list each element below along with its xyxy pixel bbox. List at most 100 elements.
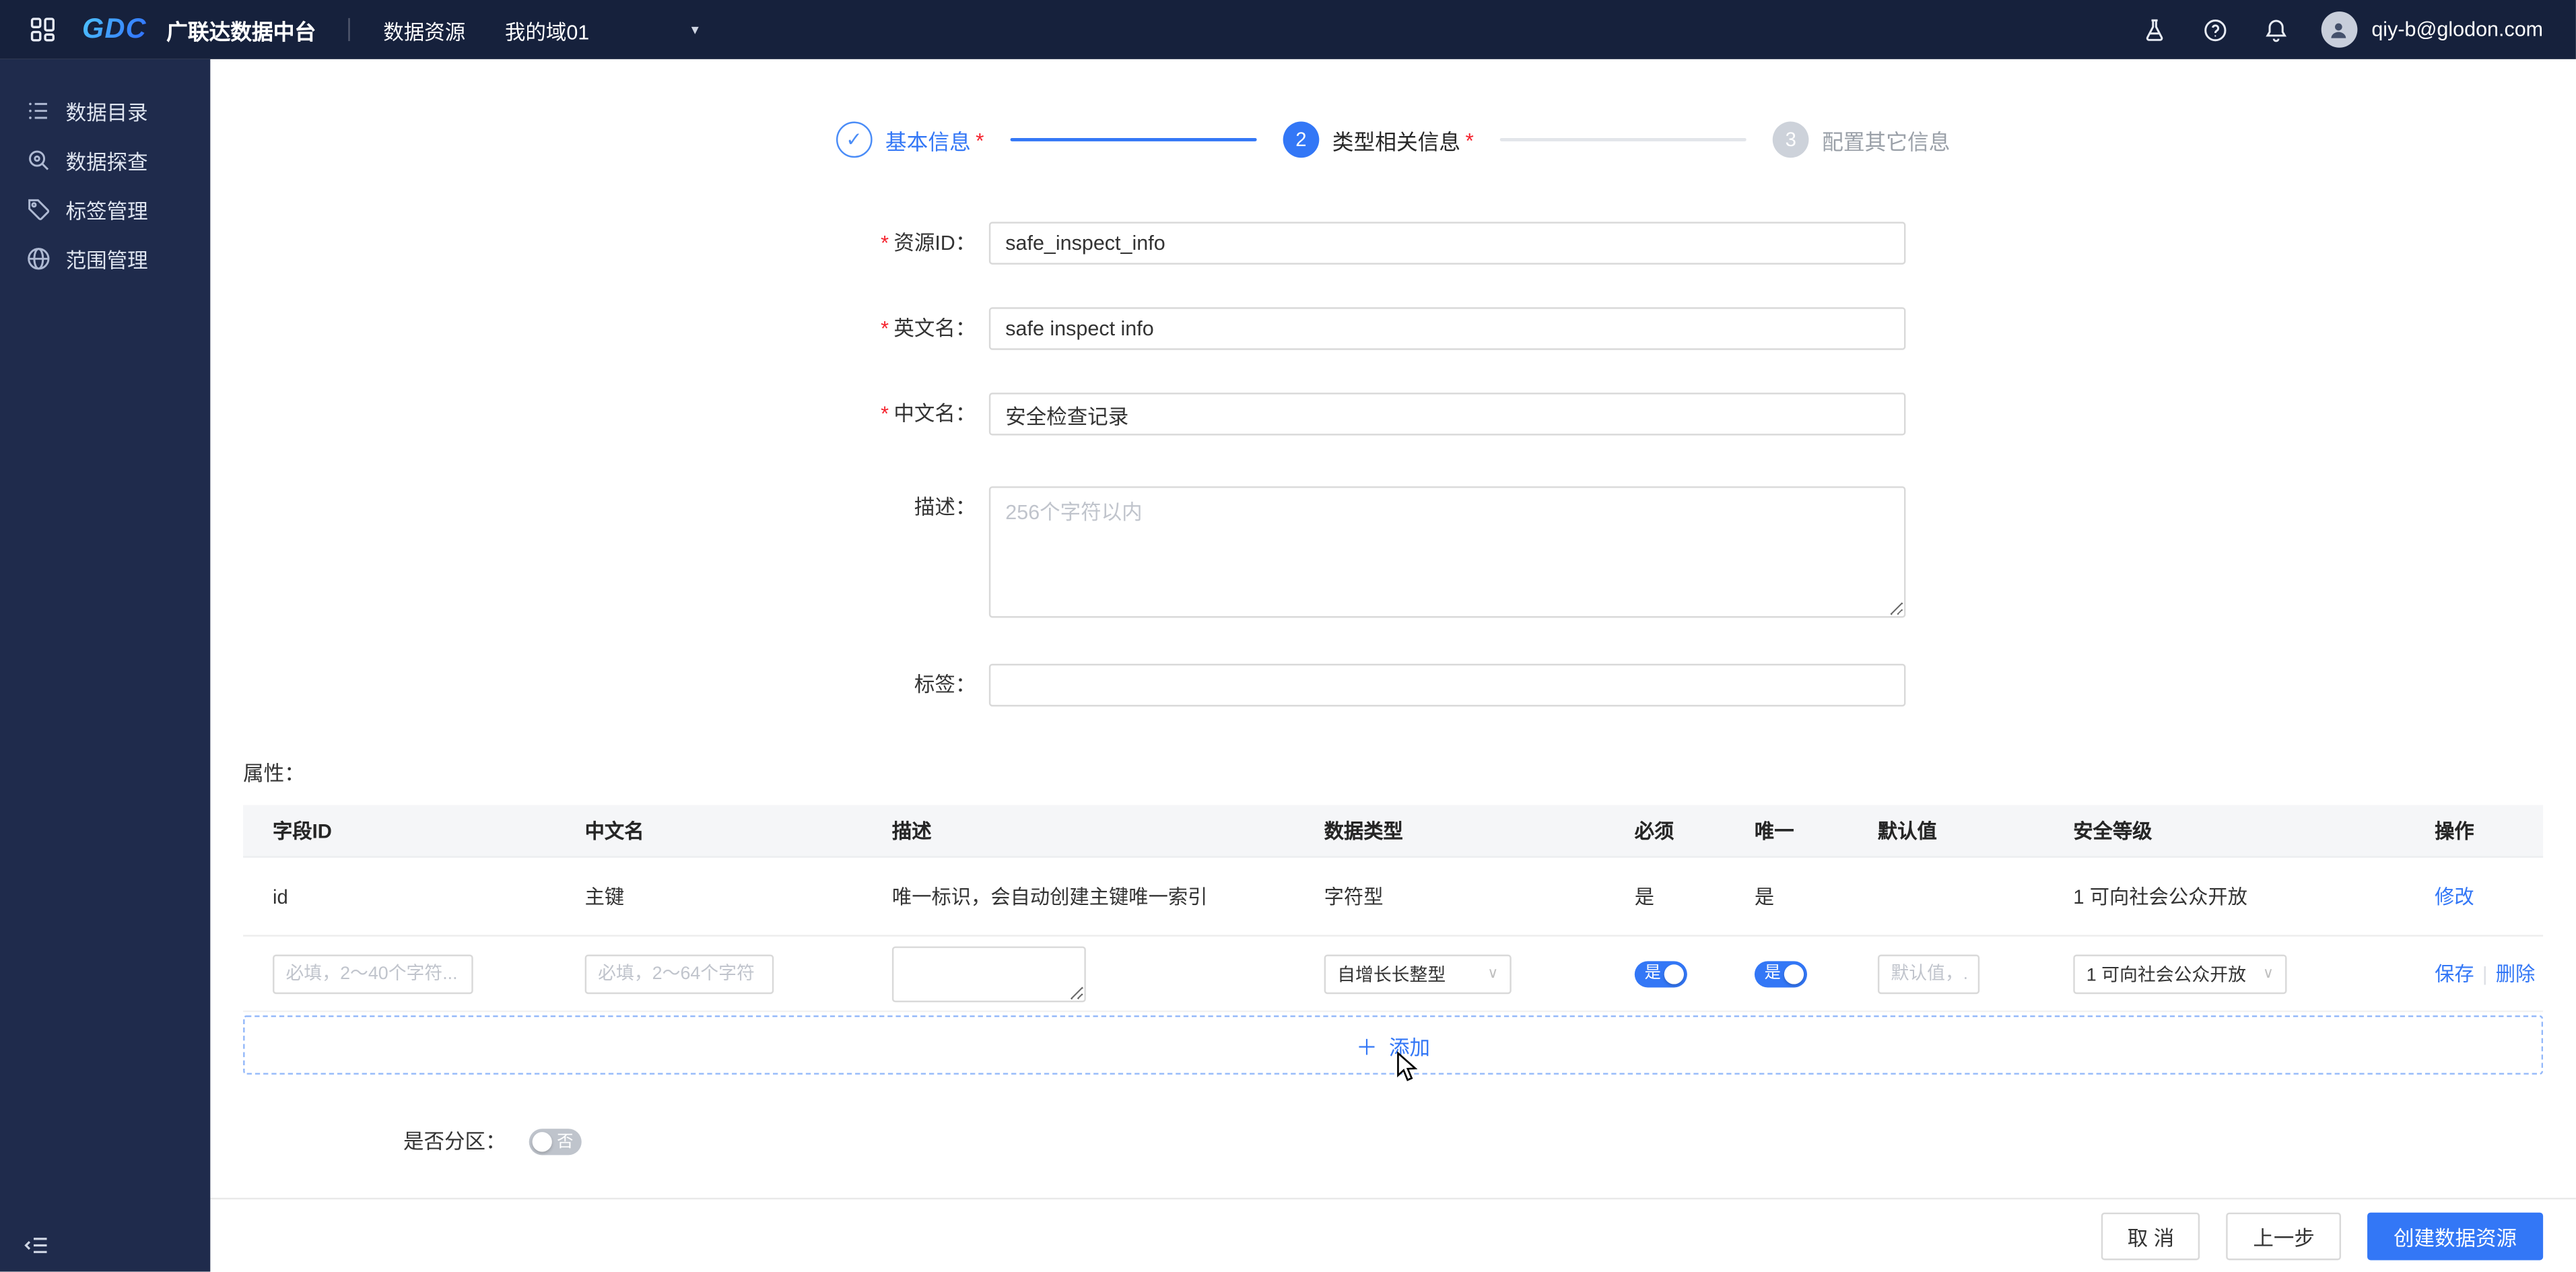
toggle-label: 否: [557, 1133, 574, 1151]
sidebar-item-label: 数据目录: [65, 101, 148, 125]
partition-toggle[interactable]: 否: [529, 1129, 582, 1156]
toggle-label: 是: [1644, 964, 1661, 983]
toggle-label: 是: [1764, 964, 1781, 983]
cancel-button[interactable]: 取 消: [2101, 1211, 2201, 1260]
properties-title: 属性：: [243, 762, 305, 786]
explore-search-icon: [26, 147, 51, 172]
security-level-select-value: 1 可向社会公众开放: [2086, 965, 2246, 985]
step-connector: [1499, 137, 1747, 141]
chevron-down-icon: ▾: [691, 20, 699, 37]
required-star: *: [881, 316, 889, 341]
required-star: *: [881, 402, 889, 426]
step-type-info[interactable]: 2 类型相关信息 *: [1283, 121, 1474, 158]
step-other-config[interactable]: 3 配置其它信息: [1772, 121, 1950, 158]
cell-field-id: id: [273, 884, 288, 908]
col-header-field-id: 字段ID: [273, 819, 332, 843]
field-label: * 中文名：: [881, 402, 976, 426]
cell-default: [1848, 858, 2043, 935]
step-connector: [1010, 137, 1257, 141]
topbar-right: qiy-b@glodon.com: [2105, 11, 2543, 48]
topbar-divider: [349, 18, 351, 41]
step-number: 2: [1283, 121, 1320, 158]
desc-textarea[interactable]: [891, 945, 1086, 1002]
beaker-icon[interactable]: [2142, 18, 2167, 42]
sidebar-item-scope-manage[interactable]: 范围管理: [0, 233, 210, 282]
default-value-input[interactable]: [1877, 953, 1980, 993]
tags-input[interactable]: [988, 663, 1906, 707]
col-header-cn-name: 中文名: [584, 819, 644, 843]
bell-icon[interactable]: [2263, 18, 2288, 42]
required-toggle[interactable]: 是: [1634, 960, 1687, 987]
edit-link[interactable]: 修改: [2435, 882, 2474, 910]
form-row-tags: 标签：: [210, 663, 2576, 707]
description-textarea[interactable]: [988, 486, 1906, 618]
field-label: 描述：: [914, 496, 976, 520]
user-email[interactable]: qiy-b@glodon.com: [2371, 18, 2543, 41]
step-number: 3: [1772, 121, 1809, 158]
nav-data-resource[interactable]: 数据资源: [383, 14, 465, 45]
unique-toggle[interactable]: 是: [1754, 960, 1807, 987]
toggle-knob: [1784, 964, 1804, 984]
domain-select[interactable]: 我的域01 ▾: [505, 14, 699, 45]
col-header-desc: 描述: [891, 819, 932, 843]
app-window: GDC 广联达数据中台 数据资源 我的域01 ▾ qiy-b@glodon.co…: [0, 0, 2576, 1272]
save-link[interactable]: 保存: [2435, 960, 2474, 987]
sidebar-item-tag-manage[interactable]: 标签管理: [0, 184, 210, 233]
help-icon[interactable]: [2202, 18, 2227, 42]
sidebar-item-data-catalog[interactable]: 数据目录: [0, 86, 210, 135]
user-avatar[interactable]: [2320, 11, 2357, 48]
required-star: *: [1465, 127, 1474, 152]
delete-link[interactable]: 删除: [2496, 960, 2536, 987]
globe-icon: [26, 246, 51, 271]
chinese-name-input[interactable]: [988, 393, 1906, 436]
sidebar: 数据目录 数据探查 标签管理 范围管理: [0, 59, 211, 1272]
app-title: 广联达数据中台: [166, 19, 316, 44]
step-check-icon: ✓: [836, 121, 873, 158]
data-type-select[interactable]: 自增长长整型 ∨: [1324, 953, 1512, 993]
sidebar-item-label: 数据探查: [65, 150, 148, 174]
resource-id-input[interactable]: [988, 222, 1906, 265]
cn-name-input[interactable]: [584, 953, 774, 993]
cell-data-type: 字符型: [1324, 885, 1384, 909]
toggle-knob: [1664, 964, 1684, 984]
data-type-select-value: 自增长长整型: [1337, 965, 1446, 985]
sidebar-item-label: 范围管理: [65, 248, 148, 272]
action-divider: |: [2482, 962, 2488, 985]
cell-desc: 唯一标识，会自动创建主键唯一索引: [891, 885, 1208, 909]
partition-label: 是否分区：: [403, 1130, 506, 1153]
form-row-english-name: * 英文名：: [210, 307, 2576, 350]
cell-required: 是: [1634, 885, 1655, 909]
create-resource-button[interactable]: 创建数据资源: [2367, 1211, 2544, 1260]
apps-grid-icon[interactable]: [30, 16, 56, 42]
stepper: ✓ 基本信息 * 2 类型相关信息 * 3 配置其它信息: [210, 121, 2576, 158]
table-header-row: 字段ID 中文名 描述 数据类型 必须 唯一 默认值 安全等级 操作: [243, 805, 2544, 858]
sidebar-collapse-icon[interactable]: [23, 1232, 49, 1259]
cell-unique: 是: [1754, 885, 1775, 909]
resource-form: *资源ID： *英文名： *中文名： 描述： 标签：: [210, 222, 2576, 749]
required-star: *: [976, 127, 984, 152]
col-header-security: 安全等级: [2073, 819, 2153, 843]
chevron-down-icon: ∨: [1487, 964, 1499, 981]
required-star: *: [881, 232, 889, 255]
step-label: 基本信息: [885, 129, 971, 154]
col-header-required: 必须: [1634, 819, 1674, 843]
main-content: ✓ 基本信息 * 2 类型相关信息 * 3 配置其它信息 * 资源ID： saf…: [210, 59, 2576, 1272]
col-header-default: 默认值: [1877, 819, 1937, 843]
table-row: id 主键 唯一标识，会自动创建主键唯一索引 字符型 是 是 1 可向社会公众开…: [243, 858, 2544, 937]
col-header-action: 操作: [2435, 819, 2474, 843]
field-id-input[interactable]: [273, 953, 473, 993]
gdc-logo: GDC: [82, 13, 147, 46]
form-row-resource-id: * 资源ID：: [210, 222, 2576, 265]
sidebar-item-data-explore[interactable]: 数据探查: [0, 135, 210, 184]
tag-icon: [26, 197, 51, 222]
properties-table: 字段ID 中文名 描述 数据类型 必须 唯一 默认值 安全等级 操作 id 主键…: [243, 805, 2544, 1075]
security-level-select[interactable]: 1 可向社会公众开放 ∨: [2073, 953, 2287, 993]
english-name-input[interactable]: [988, 307, 1906, 350]
cell-cn-name: 主键: [584, 885, 625, 909]
step-basic-info[interactable]: ✓ 基本信息 *: [836, 121, 984, 158]
prev-step-button[interactable]: 上一步: [2227, 1211, 2341, 1260]
form-row-description: 描述：: [210, 486, 2576, 618]
add-field-button[interactable]: ＋ 添加: [243, 1015, 2544, 1075]
col-header-data-type: 数据类型: [1324, 819, 1403, 843]
catalog-icon: [26, 98, 51, 123]
